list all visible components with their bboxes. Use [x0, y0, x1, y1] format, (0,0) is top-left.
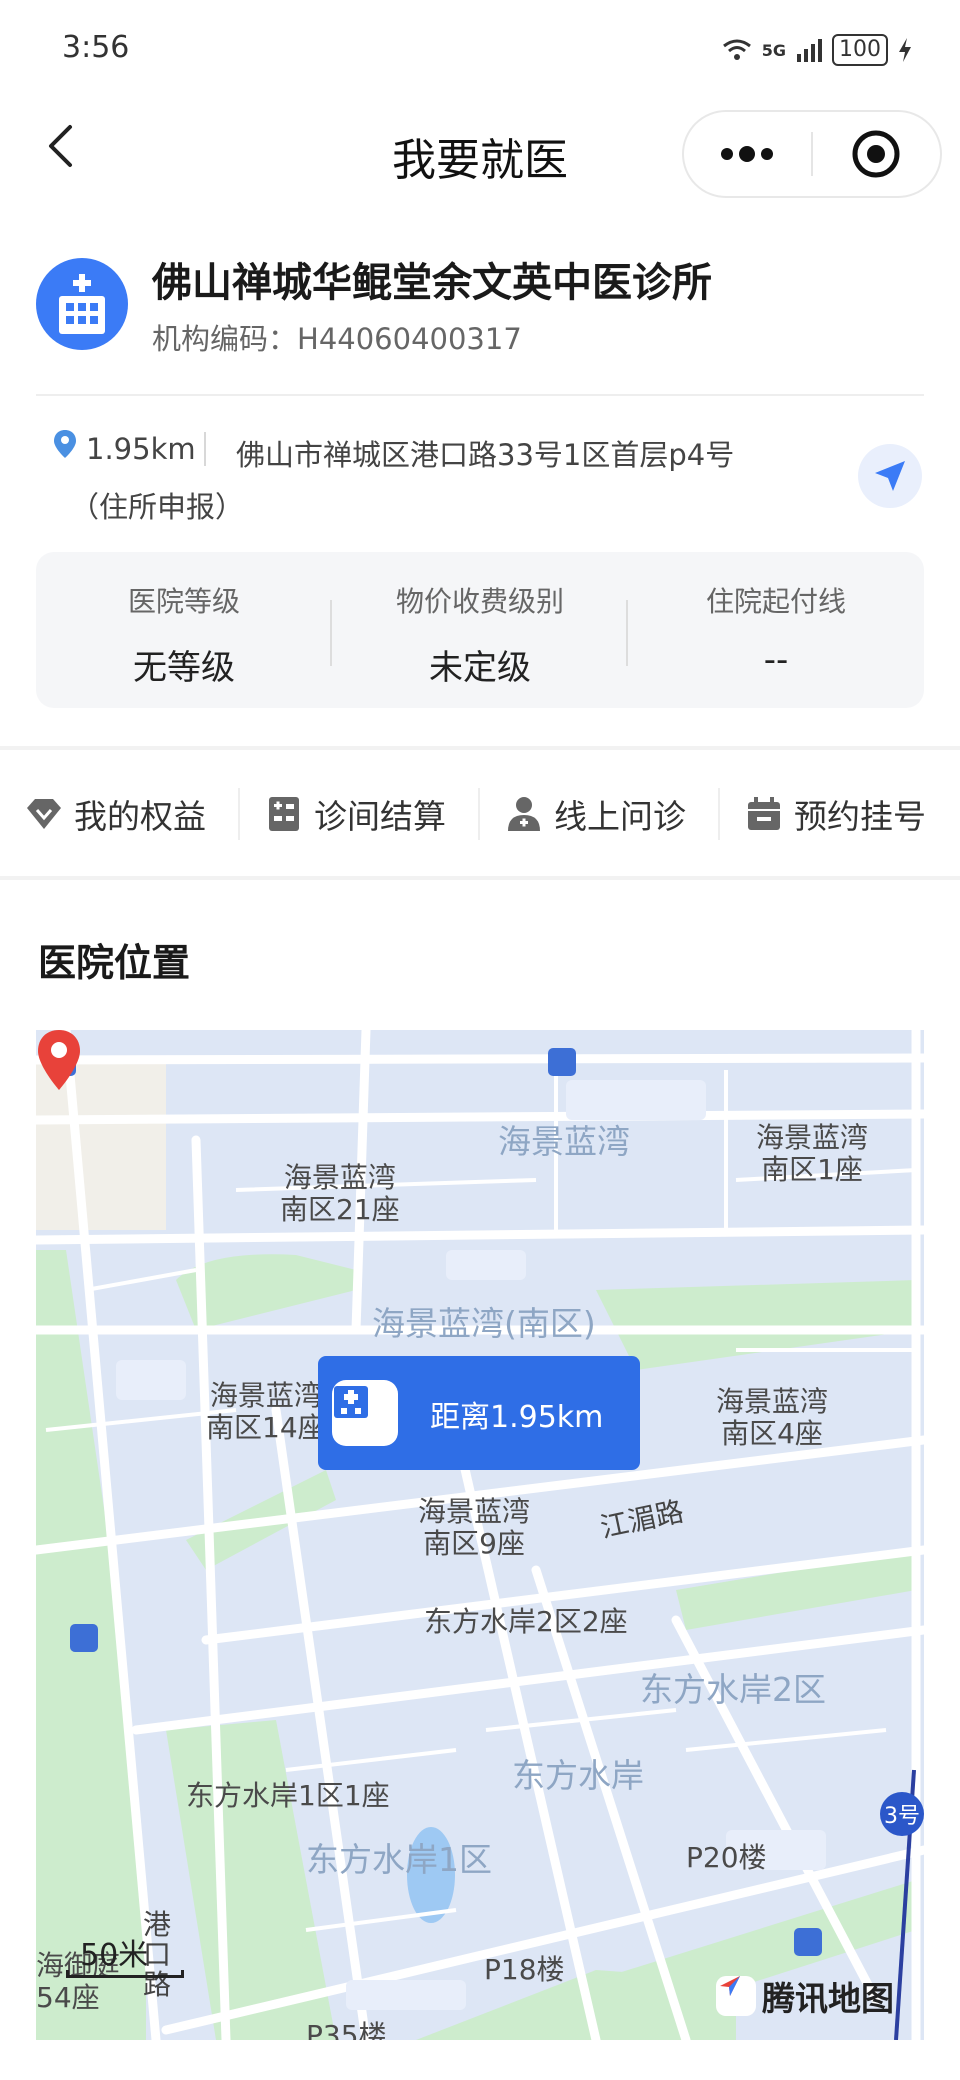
map-scale-bar — [66, 1970, 184, 1978]
info-label: 住院起付线 — [705, 585, 846, 618]
bus-stop-icon[interactable] — [794, 1928, 822, 1956]
map-label: P20楼 — [686, 1841, 767, 1874]
map-label: 海景蓝湾(南区) — [372, 1304, 596, 1343]
distance-text: 1.95km — [86, 432, 196, 466]
diamond-icon — [26, 796, 62, 832]
section-separator — [0, 876, 960, 880]
battery-icon: 100 — [832, 34, 888, 66]
info-hospital-level: 医院等级 无等级 — [36, 552, 332, 708]
miniprogram-capsule — [682, 110, 942, 198]
map-label: 海景蓝湾 南区4座 — [716, 1385, 829, 1450]
charging-icon — [899, 38, 911, 62]
more-button[interactable] — [684, 112, 810, 196]
map-label: 海景蓝湾 南区9座 — [418, 1495, 531, 1560]
signal-icon — [797, 39, 822, 62]
institution-code-label: 机构编码： — [152, 322, 298, 356]
network-label: 5G — [761, 40, 786, 60]
map-label: 海景蓝湾 南区14座 — [206, 1379, 326, 1444]
divider — [718, 788, 720, 840]
section-title: 医院位置 — [38, 941, 191, 985]
callout-text: 距离1.95km — [430, 1400, 604, 1435]
compass-icon — [716, 1976, 756, 2016]
hospital-logo — [36, 258, 128, 350]
clinic-icon — [266, 796, 302, 832]
address-text: 佛山市禅城区港口路33号1区首层p4号 — [236, 438, 735, 472]
map-label: 海景蓝湾 南区21座 — [280, 1161, 400, 1226]
info-label: 物价收费级别 — [395, 585, 564, 618]
location-pin-icon — [54, 430, 76, 458]
tencent-map-logo: 腾讯地图 — [716, 1972, 894, 2020]
capsule-divider — [811, 132, 813, 176]
status-time: 3:56 — [62, 30, 130, 65]
action-label: 我的权益 — [74, 797, 206, 836]
map-label: 海景蓝湾 南区1座 — [756, 1121, 869, 1186]
institution-code: 机构编码：H44060400317 — [152, 316, 522, 358]
more-dots-icon — [721, 146, 773, 162]
map-label: 东方水岸1区1座 — [186, 1779, 390, 1812]
metro-line-badge: 3号 — [880, 1792, 924, 1836]
info-label: 医院等级 — [127, 585, 240, 618]
divider — [238, 788, 240, 840]
clinic-settlement-button[interactable]: 诊间结算 — [266, 752, 446, 876]
navigation-arrow-icon — [875, 461, 905, 491]
info-value: -- — [763, 640, 789, 680]
map-label: P18楼 — [484, 1953, 565, 1986]
section-separator — [0, 746, 960, 750]
map-label: P35楼 — [306, 2019, 387, 2041]
calendar-icon — [746, 796, 782, 832]
map-scale-label: 50米 — [80, 1938, 149, 1973]
doctor-icon — [506, 796, 542, 832]
action-label: 预约挂号 — [794, 797, 926, 836]
bus-stop-icon[interactable] — [548, 1048, 576, 1076]
divider — [478, 788, 480, 840]
action-label: 线上问诊 — [554, 797, 686, 836]
distance-callout[interactable]: 距离1.95km — [318, 1356, 640, 1470]
bus-stop-icon[interactable] — [70, 1624, 98, 1652]
close-miniprogram-button[interactable] — [814, 112, 938, 196]
map-label: 东方水岸1区 — [306, 1840, 492, 1879]
institution-code-value: H44060400317 — [297, 322, 522, 356]
online-consult-button[interactable]: 线上问诊 — [506, 752, 686, 876]
my-benefits-button[interactable]: 我的权益 — [26, 752, 206, 876]
divider — [204, 432, 206, 466]
navigate-button[interactable] — [858, 444, 922, 508]
hospital-name: 佛山禅城华鲲堂余文英中医诊所 — [152, 260, 712, 306]
hospital-building-icon — [59, 274, 105, 334]
hospital-map[interactable]: 海景蓝湾 海景蓝湾 南区1座 海景蓝湾 南区21座 海景蓝湾(南区) 海景蓝湾 … — [36, 1030, 924, 2040]
target-icon — [852, 130, 900, 178]
map-brand-text: 腾讯地图 — [762, 1979, 894, 2018]
info-value: 未定级 — [429, 648, 531, 688]
divider — [36, 394, 924, 396]
map-label: 东方水岸2区2座 — [424, 1605, 628, 1638]
action-bar: 我的权益 诊间结算 线上问诊 预约挂号 — [0, 752, 960, 876]
action-label: 诊间结算 — [314, 797, 446, 836]
map-label: 东方水岸 — [512, 1756, 644, 1795]
map-label: 东方水岸2区 — [640, 1670, 826, 1709]
address-note: （住所申报） — [70, 490, 245, 524]
hospital-icon — [332, 1380, 398, 1446]
map-marker-icon — [38, 1030, 80, 1090]
appointment-button[interactable]: 预约挂号 — [746, 752, 926, 876]
status-icons: 5G 100 — [722, 34, 912, 66]
hospital-info-card: 医院等级 无等级 物价收费级别 未定级 住院起付线 -- — [36, 552, 924, 708]
info-price-level: 物价收费级别 未定级 — [332, 552, 628, 708]
map-label: 海景蓝湾 — [498, 1122, 630, 1161]
wifi-icon — [722, 39, 751, 60]
info-value: 无等级 — [133, 648, 235, 688]
info-deductible: 住院起付线 -- — [628, 552, 924, 708]
